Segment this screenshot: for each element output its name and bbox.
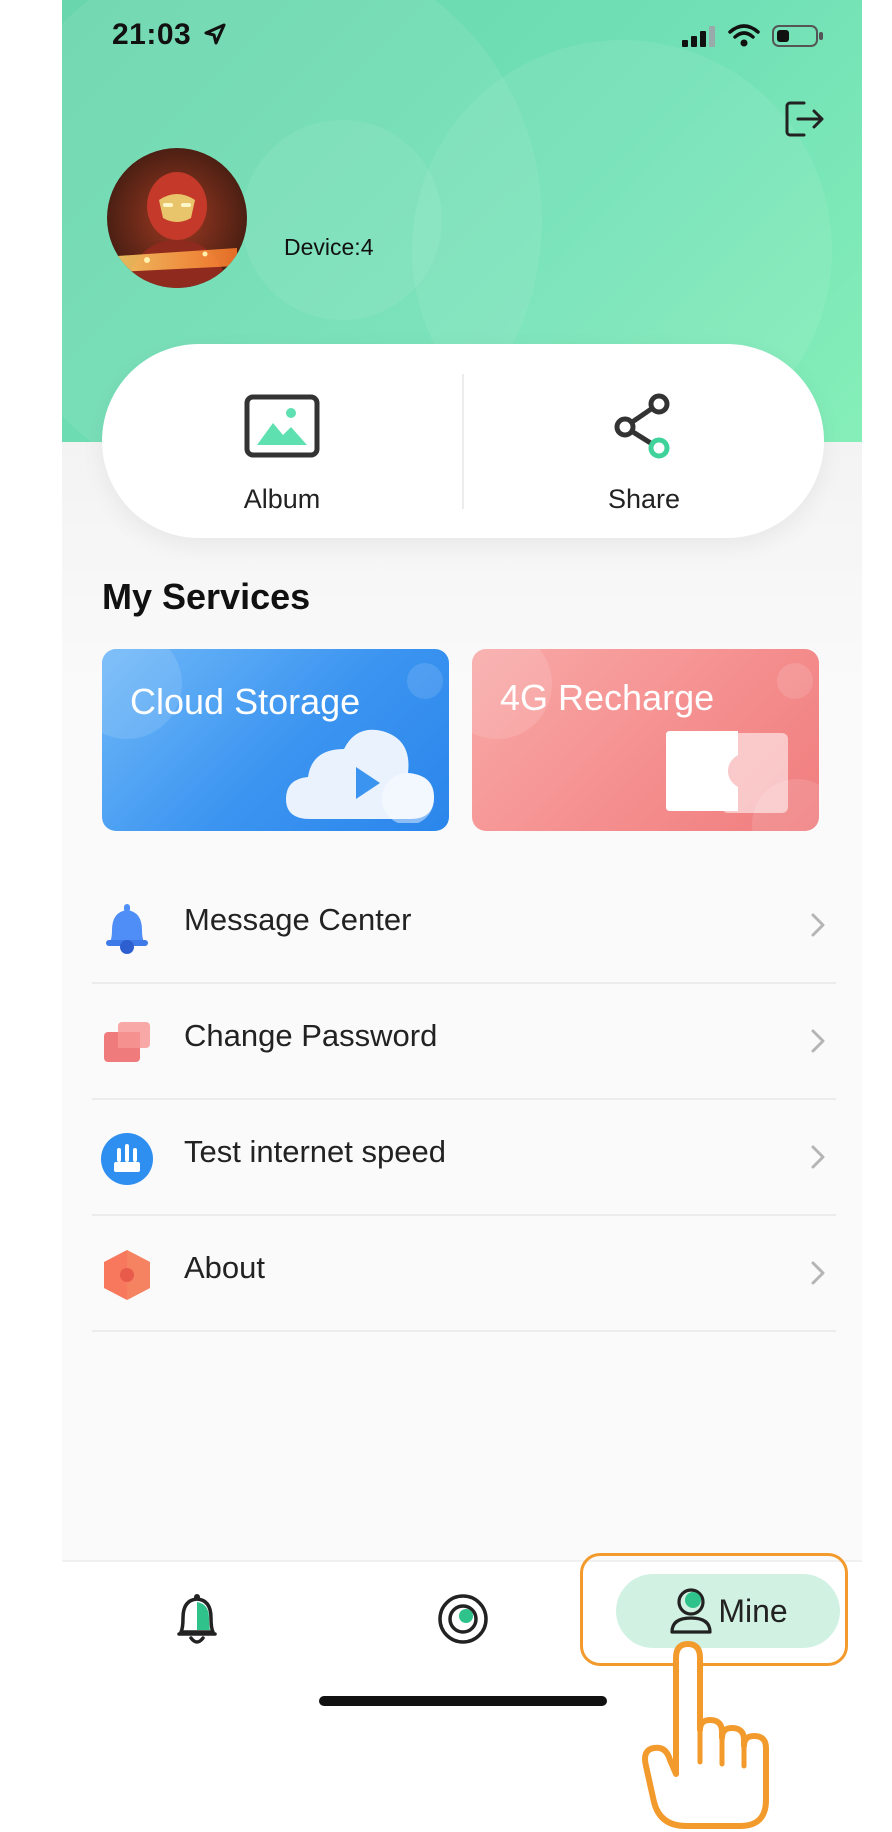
settings-menu: Message Center Change Password Test inte… xyxy=(92,868,836,1332)
bell-icon xyxy=(177,1594,217,1644)
password-icon xyxy=(104,1022,150,1062)
test-internet-speed-label: Test internet speed xyxy=(184,1134,446,1169)
about-item[interactable]: About xyxy=(92,1216,836,1332)
chevron-right-icon xyxy=(811,913,825,937)
pointing-hand-icon xyxy=(642,1641,769,1829)
wifi-icon xyxy=(728,24,760,47)
status-time: 21:03 xyxy=(112,18,192,51)
share-button[interactable]: Share xyxy=(464,344,824,538)
album-icon xyxy=(242,386,322,466)
test-internet-speed-item[interactable]: Test internet speed xyxy=(92,1100,836,1216)
message-center-label: Message Center xyxy=(184,902,412,937)
cloud-storage-card[interactable]: Cloud Storage xyxy=(102,649,449,831)
chevron-right-icon xyxy=(811,1261,825,1285)
status-icons xyxy=(682,24,824,48)
change-password-label: Change Password xyxy=(184,1018,438,1053)
location-arrow-icon xyxy=(204,23,226,45)
avatar[interactable] xyxy=(107,148,247,288)
tab-camera[interactable] xyxy=(428,1574,498,1664)
tab-alarm[interactable] xyxy=(162,1574,232,1664)
4g-recharge-label: 4G Recharge xyxy=(500,677,715,718)
chevron-right-icon xyxy=(811,1029,825,1053)
message-center-item[interactable]: Message Center xyxy=(92,868,836,984)
share-icon xyxy=(604,386,684,466)
about-label: About xyxy=(184,1250,266,1285)
change-password-item[interactable]: Change Password xyxy=(92,984,836,1100)
share-label: Share xyxy=(607,484,681,514)
sim-card-icon xyxy=(666,731,788,813)
battery-icon xyxy=(772,25,823,47)
home-indicator xyxy=(319,1696,607,1706)
logout-button[interactable] xyxy=(780,96,830,142)
cloud-storage-label: Cloud Storage xyxy=(130,681,361,722)
album-label: Album xyxy=(243,484,321,514)
album-button[interactable]: Album xyxy=(102,344,462,538)
device-count: Device:4 xyxy=(284,234,374,260)
signal-icon xyxy=(682,26,715,47)
camera-icon xyxy=(438,1594,488,1644)
quick-actions-card: Album Share xyxy=(102,344,824,538)
logout-icon xyxy=(785,101,824,137)
services-title: My Services xyxy=(102,576,311,617)
hexagon-info-icon xyxy=(104,1250,150,1300)
chevron-right-icon xyxy=(811,1145,825,1169)
cloud-play-icon xyxy=(286,729,434,823)
speed-test-icon xyxy=(101,1133,153,1185)
4g-recharge-card[interactable]: 4G Recharge xyxy=(472,649,819,831)
bell-icon xyxy=(106,904,148,954)
